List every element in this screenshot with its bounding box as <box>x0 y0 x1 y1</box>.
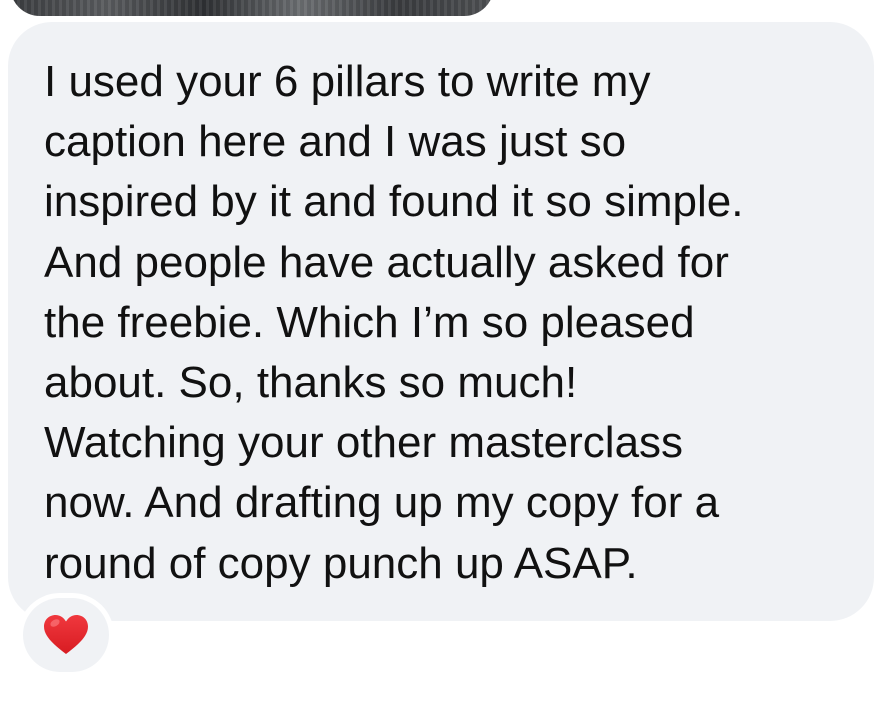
message-bubble[interactable]: I used your 6 pillars to write my captio… <box>8 22 874 621</box>
message-text: I used your 6 pillars to write my captio… <box>44 57 744 588</box>
previous-media-attachment[interactable] <box>10 0 494 16</box>
message-reaction[interactable] <box>23 598 109 672</box>
red-heart-icon <box>43 614 89 656</box>
